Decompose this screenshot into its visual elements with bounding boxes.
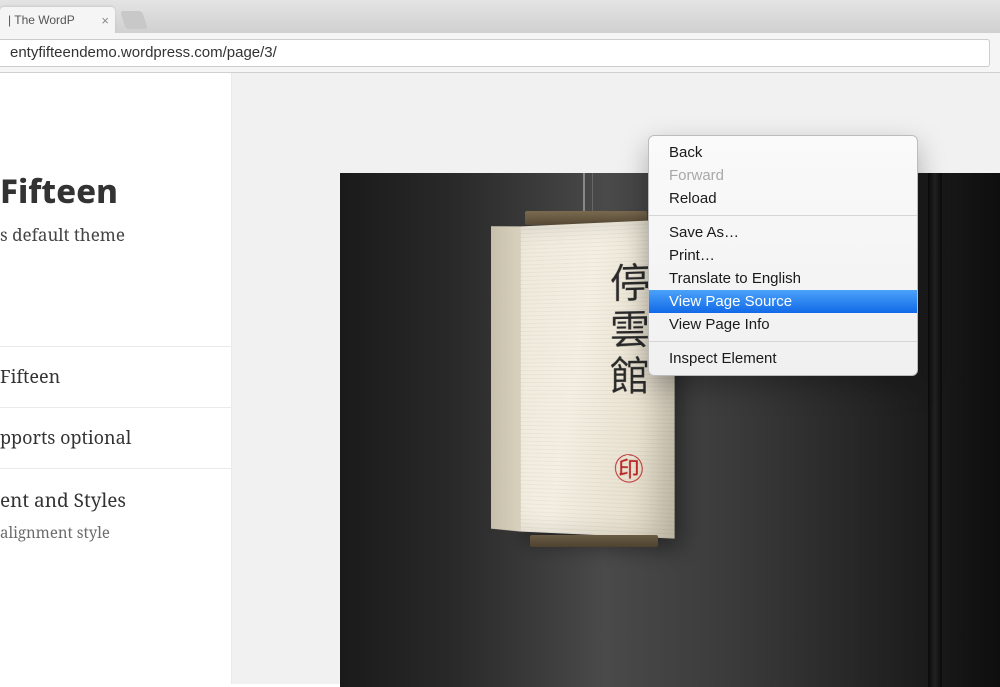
lantern-base <box>530 535 658 547</box>
url-text: entyfifteendemo.wordpress.com/page/3/ <box>10 44 277 61</box>
menu-item-reload[interactable]: Reload <box>649 187 917 210</box>
browser-tab[interactable]: | The WordP × <box>0 7 115 33</box>
new-tab-button[interactable] <box>120 11 148 29</box>
context-menu: Back Forward Reload Save As… Print… Tran… <box>648 135 918 376</box>
menu-item-forward: Forward <box>649 164 917 187</box>
menu-item-view-source[interactable]: View Page Source <box>649 290 917 313</box>
menu-separator <box>649 215 917 216</box>
close-icon[interactable]: × <box>101 13 109 28</box>
menu-separator <box>649 341 917 342</box>
lantern-cord <box>583 173 585 215</box>
menu-item-back[interactable]: Back <box>649 141 917 164</box>
pole <box>928 173 942 687</box>
menu-item-translate[interactable]: Translate to English <box>649 267 917 290</box>
site-sidebar: Fifteen s default theme Fifteen pports o… <box>0 73 232 684</box>
browser-tab-strip: | The WordP × <box>0 0 1000 33</box>
sidebar-nav-item[interactable]: Fifteen <box>0 346 231 407</box>
address-bar[interactable]: entyfifteendemo.wordpress.com/page/3/ <box>0 39 990 67</box>
lantern-seal: ㊞ <box>612 449 646 484</box>
toolbar: entyfifteendemo.wordpress.com/page/3/ <box>0 33 1000 73</box>
sidebar-nav-heading[interactable]: ent and Styles <box>0 468 231 517</box>
lantern-cord <box>592 173 593 215</box>
menu-item-page-info[interactable]: View Page Info <box>649 313 917 336</box>
lantern-text: 停雲館 <box>598 261 654 401</box>
sidebar-nav-sub: alignment style <box>0 517 231 561</box>
site-description: s default theme <box>0 223 231 286</box>
menu-item-save-as[interactable]: Save As… <box>649 221 917 244</box>
site-title: Fifteen <box>0 168 231 223</box>
tab-title: | The WordP <box>8 13 75 27</box>
menu-item-print[interactable]: Print… <box>649 244 917 267</box>
sidebar-nav-item[interactable]: pports optional <box>0 407 231 468</box>
menu-item-inspect[interactable]: Inspect Element <box>649 347 917 370</box>
